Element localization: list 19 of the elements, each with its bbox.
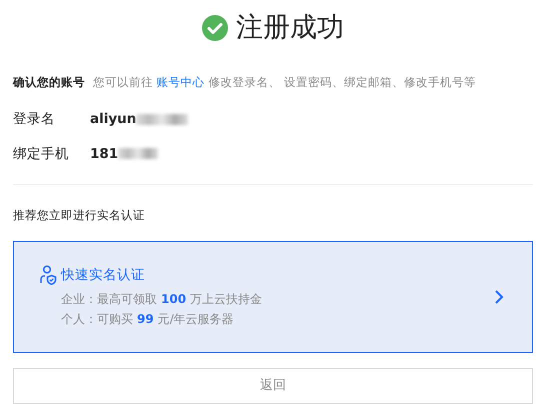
page-title: 注册成功 [236, 10, 344, 45]
field-label: 绑定手机 [13, 144, 70, 164]
user-shield-icon [39, 265, 57, 285]
field-label: 登录名 [13, 110, 56, 130]
chevron-right-icon [494, 289, 504, 305]
blurred-text [118, 148, 158, 160]
back-button[interactable]: 返回 [13, 368, 533, 404]
verify-card[interactable]: 快速实名认证 企业：最高可领取 100 万上云扶持金 个人：可购买 99 元/年云服务器 [13, 241, 533, 353]
account-center-link[interactable]: 账号中心 [156, 75, 205, 89]
recommend-text: 推荐您立即进行实名认证 [13, 206, 146, 224]
confirm-hint: 您可以前往 账号中心 修改登录名、 设置密码、绑定邮箱、修改手机号等 [93, 74, 476, 91]
blurred-text [136, 114, 188, 125]
card-benefit-text: 个人：可购买 99 元/年云服务器 [61, 311, 235, 328]
field-value: 181 [90, 144, 118, 164]
success-check-icon [202, 15, 228, 41]
card-benefit-text: 企业：最高可领取 100 万上云扶持金 [61, 291, 262, 308]
card-title: 快速实名认证 [61, 266, 145, 285]
field-value: aliyun [90, 110, 136, 130]
confirm-label: 确认您的账号 [13, 74, 85, 91]
